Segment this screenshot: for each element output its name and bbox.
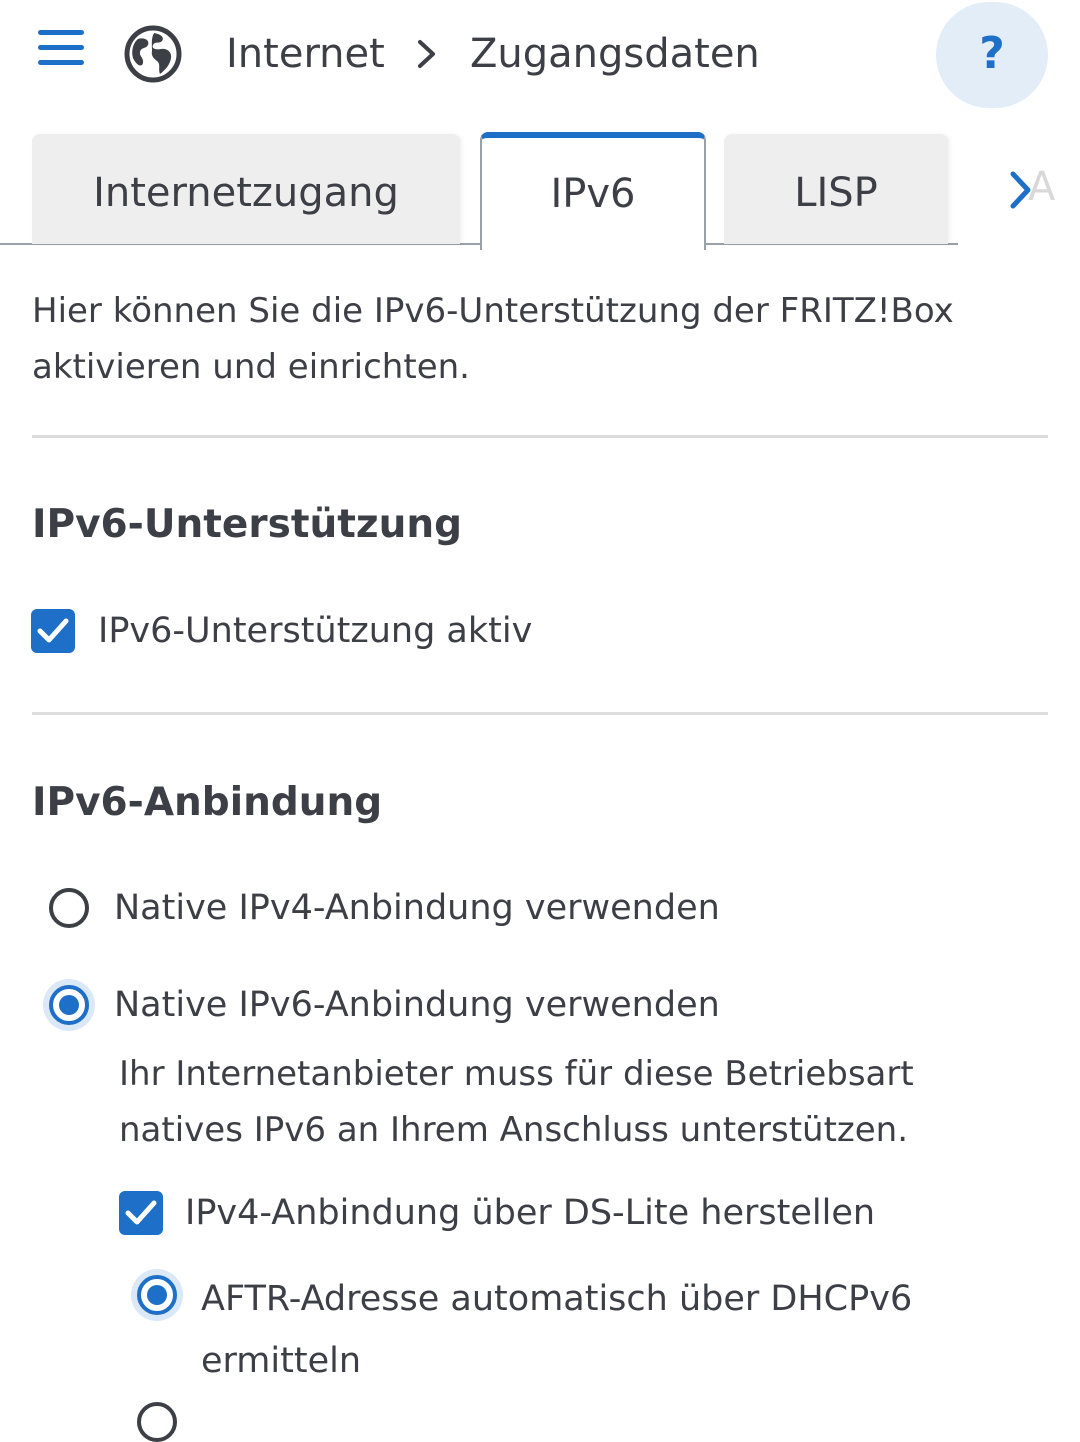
section-title-ipv6-support: IPv6-Unterstützung bbox=[32, 502, 463, 547]
tab-internetzugang[interactable]: Internetzugang bbox=[32, 134, 460, 244]
checkmark-icon bbox=[37, 618, 69, 643]
hamburger-menu-icon[interactable] bbox=[38, 30, 84, 66]
aftr-auto-label[interactable]: AFTR-Adresse automatisch über DHCPv6 erm… bbox=[201, 1268, 1001, 1392]
tab-ipv6[interactable]: IPv6 bbox=[480, 132, 706, 250]
tab-scroll-right-button[interactable]: A bbox=[958, 132, 1080, 248]
dslite-checkbox[interactable] bbox=[119, 1191, 163, 1235]
native-ipv4-radio[interactable] bbox=[49, 888, 89, 928]
divider bbox=[32, 712, 1048, 715]
native-ipv6-label[interactable]: Native IPv6-Anbindung verwenden bbox=[114, 980, 720, 1030]
native-ipv6-hint: Ihr Internetanbieter muss für diese Betr… bbox=[119, 1054, 914, 1150]
chevron-right-icon bbox=[1010, 171, 1031, 209]
aftr-manual-radio[interactable] bbox=[137, 1402, 177, 1442]
ipv6-support-checkbox[interactable] bbox=[31, 609, 75, 653]
native-ipv4-label[interactable]: Native IPv4-Anbindung verwenden bbox=[114, 883, 720, 933]
aftr-auto-radio[interactable] bbox=[137, 1275, 177, 1315]
globe-icon bbox=[124, 25, 182, 83]
native-ipv6-radio[interactable] bbox=[49, 985, 89, 1025]
ipv6-support-label[interactable]: IPv6-Unterstützung aktiv bbox=[98, 606, 532, 656]
top-bar: Internet Zugangsdaten ? bbox=[0, 0, 1080, 110]
tab-bar: Internetzugang IPv6 LISP A bbox=[0, 132, 1080, 250]
tab-lisp[interactable]: LISP bbox=[724, 134, 948, 244]
divider bbox=[32, 435, 1048, 438]
breadcrumb-internet[interactable]: Internet bbox=[226, 26, 385, 82]
breadcrumb-zugangsdaten: Zugangsdaten bbox=[470, 31, 760, 77]
help-button[interactable]: ? bbox=[936, 2, 1048, 108]
dslite-label[interactable]: IPv4-Anbindung über DS-Lite herstellen bbox=[185, 1188, 875, 1238]
intro-text: Hier können Sie die IPv6-Unterstützung d… bbox=[32, 291, 954, 387]
checkmark-icon bbox=[125, 1200, 157, 1225]
section-title-ipv6-binding: IPv6-Anbindung bbox=[32, 780, 383, 825]
chevron-right-icon bbox=[414, 38, 440, 70]
